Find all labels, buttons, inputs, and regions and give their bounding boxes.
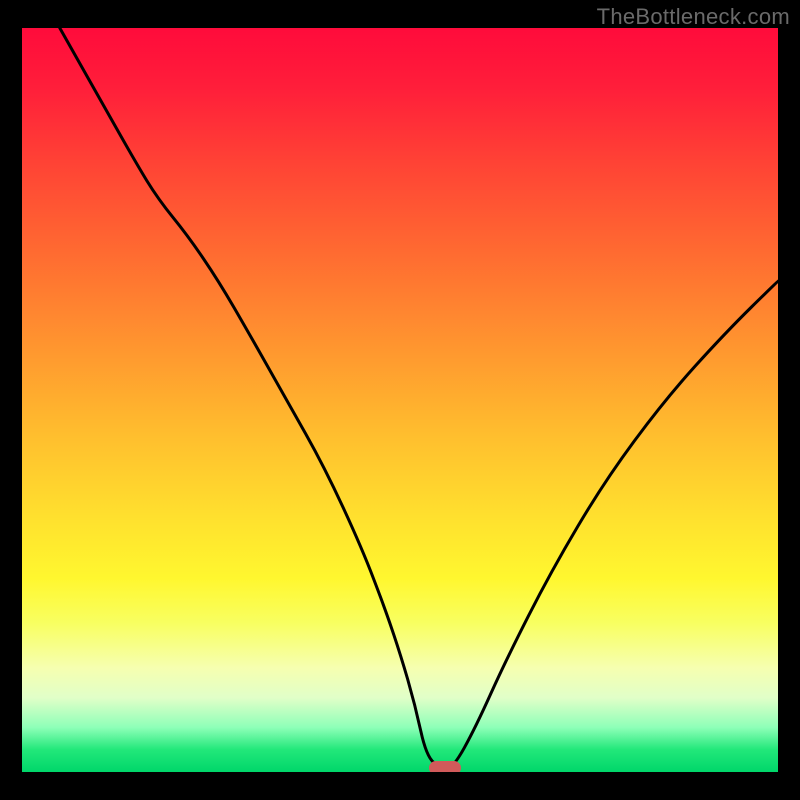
curve-layer bbox=[22, 28, 778, 772]
chart-frame: TheBottleneck.com bbox=[0, 0, 800, 800]
optimal-point-marker bbox=[429, 761, 461, 772]
bottleneck-curve-path bbox=[60, 28, 778, 768]
watermark-text: TheBottleneck.com bbox=[597, 4, 790, 30]
plot-area bbox=[22, 28, 778, 772]
